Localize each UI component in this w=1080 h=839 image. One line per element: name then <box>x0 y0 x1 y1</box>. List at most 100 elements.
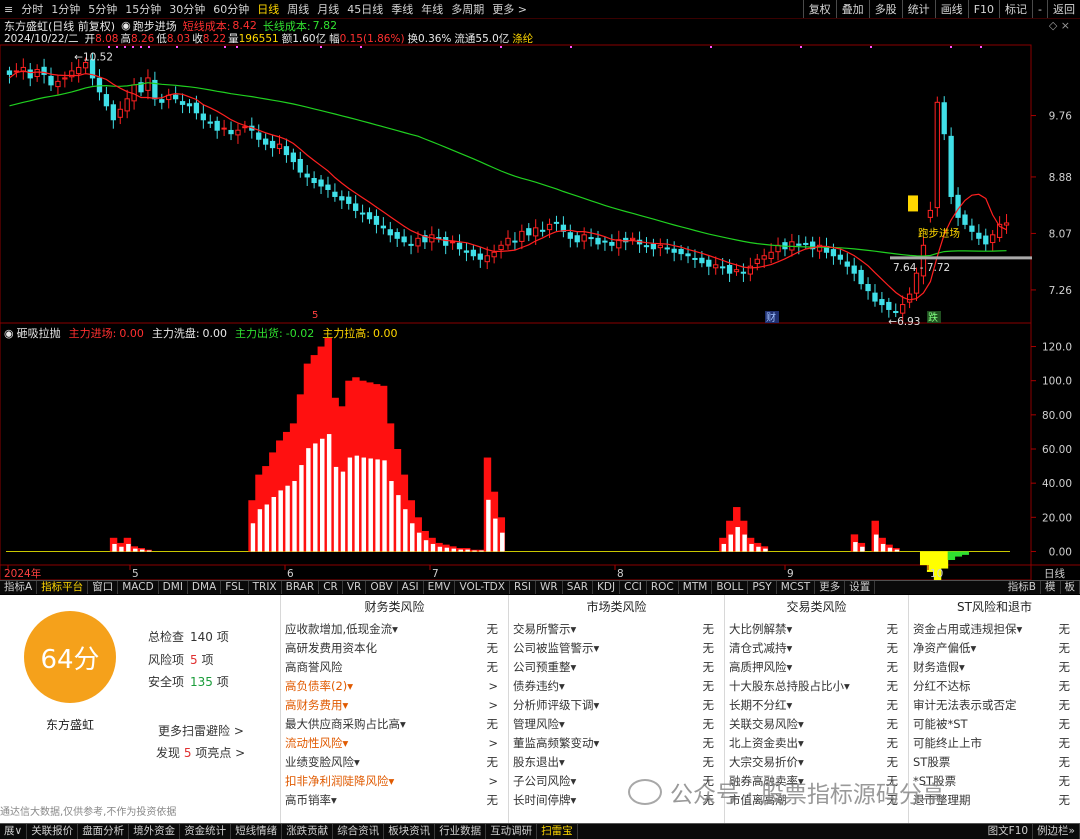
bottom-tab[interactable]: 境外资金 <box>129 824 181 839</box>
indicator-bar-white <box>493 518 498 552</box>
indicator-tab[interactable]: EMV <box>424 581 456 594</box>
risk-item[interactable]: *ST股票 无 <box>909 772 1080 791</box>
indicator-tab-right[interactable]: 板 <box>1061 581 1080 594</box>
risk-item[interactable]: 可能被*ST 无 <box>909 714 1080 733</box>
risk-item[interactable]: 高财务费用▾ > <box>281 695 508 714</box>
risk-item[interactable]: 融券高融卖率▾ 无 <box>725 772 908 791</box>
risk-item[interactable]: 资金占用或违规担保▾ 无 <box>909 619 1080 638</box>
bottom-tab[interactable]: 展∨ <box>0 824 28 839</box>
indicator-tab[interactable]: TRIX <box>249 581 282 594</box>
indicator-tab[interactable]: SAR <box>563 581 594 594</box>
risk-item[interactable]: 高质押风险▾ 无 <box>725 657 908 676</box>
risk-item[interactable]: 高研发费用资本化 无 <box>281 638 508 657</box>
signal-dot <box>360 46 362 48</box>
bottom-tab[interactable]: 互动调研 <box>486 824 538 839</box>
risk-item[interactable]: 清仓式减持▾ 无 <box>725 638 908 657</box>
risk-item[interactable]: ST股票 无 <box>909 753 1080 772</box>
sub-indicator-toggle-icon[interactable]: ◉ <box>0 327 14 340</box>
risk-item[interactable]: 公司被监管警示▾ 无 <box>509 638 724 657</box>
event-marker-dot[interactable]: 5 <box>312 310 318 321</box>
indicator-tab[interactable]: CR <box>319 581 343 594</box>
indicator-tab[interactable]: RSI <box>510 581 536 594</box>
risk-item[interactable]: 最大供应商采购占比高▾ 无 <box>281 714 508 733</box>
risk-item[interactable]: 财务造假▾ 无 <box>909 657 1080 676</box>
indicator-tab[interactable]: 指标A <box>0 581 38 594</box>
risk-item[interactable]: 长期不分红▾ 无 <box>725 695 908 714</box>
risk-item[interactable]: 高负债率(2)▾ > <box>281 676 508 695</box>
risk-item[interactable]: 子公司风险▾ 无 <box>509 772 724 791</box>
indicator-tab[interactable]: ASI <box>398 581 424 594</box>
risk-item[interactable]: 大宗交易折价▾ 无 <box>725 753 908 772</box>
risk-item[interactable]: 审计无法表示或否定 无 <box>909 695 1080 714</box>
indicator-tab[interactable]: PSY <box>748 581 777 594</box>
risk-item[interactable]: 应收款增加,低现金流▾ 无 <box>281 619 508 638</box>
indicator-tab-right[interactable]: 指标B <box>1004 581 1041 594</box>
indicator-tab[interactable]: OBV <box>366 581 398 594</box>
risk-item[interactable]: 十大股东总持股占比小▾ 无 <box>725 676 908 695</box>
indicator-tab[interactable]: KDJ <box>593 581 621 594</box>
indicator-tab[interactable]: ROC <box>647 581 679 594</box>
bottom-tab[interactable]: 扫雷宝 <box>537 824 578 839</box>
indicator-tab[interactable]: VR <box>343 581 367 594</box>
more-scan-link[interactable]: 更多扫雷避险 > <box>158 722 244 739</box>
indicator-tab[interactable]: MACD <box>118 581 159 594</box>
risk-item[interactable]: 股东退出▾ 无 <box>509 753 724 772</box>
risk-item[interactable]: 可能终止上市 无 <box>909 734 1080 753</box>
indicator-tab[interactable]: MTM <box>679 581 713 594</box>
indicator-tab[interactable]: WR <box>536 581 563 594</box>
indicator-tab[interactable]: 设置 <box>845 581 876 594</box>
indicator-tab[interactable]: 窗口 <box>88 581 119 594</box>
indicator-tab[interactable]: 指标平台 <box>37 581 89 594</box>
candle-body <box>1003 222 1010 226</box>
bottom-tab[interactable]: 资金统计 <box>180 824 232 839</box>
risk-item[interactable]: 债券违约▾ 无 <box>509 676 724 695</box>
indicator-tab[interactable]: MCST <box>777 581 816 594</box>
indicator-tab[interactable]: FSL <box>221 581 249 594</box>
risk-item[interactable]: 公司预重整▾ 无 <box>509 657 724 676</box>
bottom-right-button[interactable]: 图文F10 <box>984 824 1034 839</box>
bottom-tab[interactable]: 行业数据 <box>435 824 487 839</box>
bottom-tab[interactable]: 盘面分析 <box>78 824 130 839</box>
risk-item-name: 大比例解禁▾ <box>729 621 793 636</box>
indicator-tab[interactable]: BRAR <box>282 581 320 594</box>
indicator-tab[interactable]: BOLL <box>712 581 749 594</box>
risk-item[interactable]: 分红不达标 无 <box>909 676 1080 695</box>
indicator-tab[interactable]: DMA <box>188 581 222 594</box>
risk-item[interactable]: 流动性风险▾ > <box>281 734 508 753</box>
risk-item[interactable]: 市值离高潮 无 <box>725 791 908 810</box>
indicator-bar-white <box>133 548 138 552</box>
sub-indicator-name[interactable]: 砸吸拉抛 <box>17 326 61 340</box>
risk-item[interactable]: 高商誉风险 无 <box>281 657 508 676</box>
risk-item[interactable]: 北上资金卖出▾ 无 <box>725 734 908 753</box>
candle-body <box>110 104 116 121</box>
risk-item[interactable]: 业绩变脸风险▾ 无 <box>281 753 508 772</box>
risk-item[interactable]: 管理风险▾ 无 <box>509 714 724 733</box>
indicator-tab[interactable]: 更多 <box>815 581 846 594</box>
bottom-tab[interactable]: 涨跌贡献 <box>282 824 334 839</box>
kline-chart[interactable]: 9.768.888.077.26←10.52←6.937.64 - 7.72跑步… <box>0 0 1080 580</box>
bottom-tab[interactable]: 短线情绪 <box>231 824 283 839</box>
indicator-tab[interactable]: VOL-TDX <box>455 581 510 594</box>
risk-item[interactable]: 扣非净利润陡降风险▾ > <box>281 772 508 791</box>
stat-total-value: 140 <box>190 630 213 644</box>
highlights-link[interactable]: 发现 5 项亮点 > <box>156 744 245 761</box>
risk-item[interactable]: 关联交易风险▾ 无 <box>725 714 908 733</box>
bottom-right-button[interactable]: 例边栏» <box>1033 824 1080 839</box>
risk-item[interactable]: 长时间停牌▾ 无 <box>509 791 724 810</box>
bottom-tab[interactable]: 关联报价 <box>27 824 79 839</box>
risk-item[interactable]: 高币销率▾ 无 <box>281 791 508 810</box>
bottom-tab[interactable]: 综合资讯 <box>333 824 385 839</box>
indicator-bar-white <box>444 547 450 552</box>
risk-item[interactable]: 退市整理期 无 <box>909 791 1080 810</box>
stock-terminal-window: { "toolbar": { "periods": ["分时","1分钟","5… <box>0 0 1080 839</box>
bottom-tab[interactable]: 板块资讯 <box>384 824 436 839</box>
risk-item[interactable]: 分析师评级下调▾ 无 <box>509 695 724 714</box>
risk-item[interactable]: 交易所警示▾ 无 <box>509 619 724 638</box>
indicator-tab[interactable]: DMI <box>159 581 188 594</box>
risk-item[interactable]: 净资产偏低▾ 无 <box>909 638 1080 657</box>
indicator-tab-right[interactable]: 模 <box>1041 581 1061 594</box>
risk-item-value: 无 <box>886 774 899 789</box>
risk-item[interactable]: 大比例解禁▾ 无 <box>725 619 908 638</box>
risk-item[interactable]: 董监高频繁变动▾ 无 <box>509 734 724 753</box>
indicator-tab[interactable]: CCI <box>620 581 647 594</box>
